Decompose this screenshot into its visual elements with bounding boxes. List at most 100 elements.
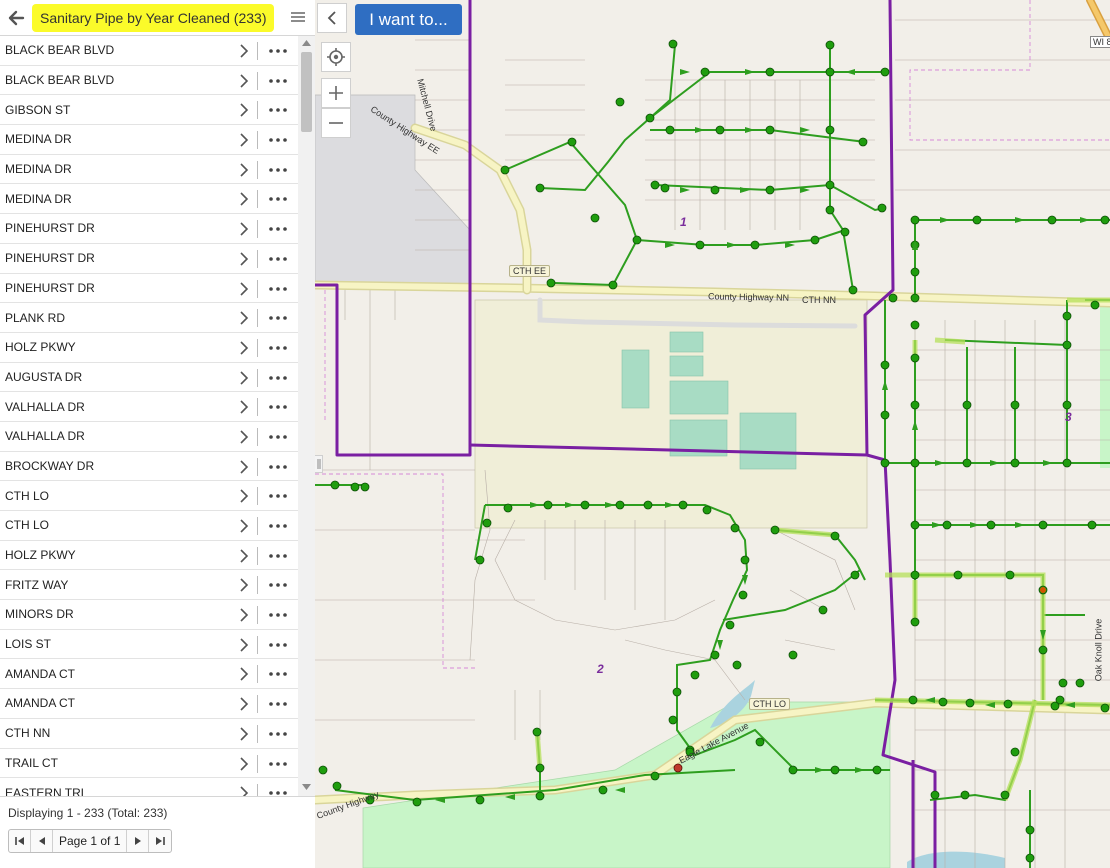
list-item[interactable]: MEDINA DR: [0, 155, 298, 185]
back-button[interactable]: [2, 4, 30, 32]
list-item[interactable]: HOLZ PKWY: [0, 333, 298, 363]
panel-menu-button[interactable]: [286, 6, 310, 30]
more-options-icon[interactable]: [266, 339, 290, 357]
chevron-right-icon[interactable]: [237, 488, 251, 504]
chevron-right-icon[interactable]: [237, 132, 251, 148]
list-item[interactable]: PINEHURST DR: [0, 274, 298, 304]
i-want-to-button[interactable]: I want to...: [355, 4, 462, 35]
chevron-right-icon[interactable]: [237, 102, 251, 118]
row-divider: [257, 457, 258, 476]
list-item[interactable]: PINEHURST DR: [0, 214, 298, 244]
more-options-icon[interactable]: [266, 458, 290, 476]
more-options-icon[interactable]: [266, 101, 290, 119]
list-item[interactable]: MEDINA DR: [0, 184, 298, 215]
chevron-right-icon[interactable]: [237, 607, 251, 623]
list-item[interactable]: CTH NN: [0, 719, 298, 749]
list-item[interactable]: LOIS ST: [0, 630, 298, 660]
hamburger-menu-icon: [291, 12, 305, 22]
list-item[interactable]: FRITZ WAY: [0, 570, 298, 601]
more-options-icon[interactable]: [266, 636, 290, 654]
map-view[interactable]: 1 2 3 County Highway NN CTH NN CTH EE Co…: [315, 0, 1110, 868]
more-options-icon[interactable]: [266, 190, 290, 208]
chevron-right-icon[interactable]: [237, 518, 251, 534]
list-scrollbar[interactable]: [298, 36, 315, 796]
chevron-right-icon[interactable]: [237, 785, 251, 796]
chevron-right-icon[interactable]: [237, 191, 251, 207]
list-item-label: MINORS DR: [5, 607, 74, 622]
more-options-icon[interactable]: [266, 428, 290, 446]
chevron-right-icon[interactable]: [237, 281, 251, 297]
list-item[interactable]: BROCKWAY DR: [0, 452, 298, 482]
chevron-right-icon[interactable]: [237, 73, 251, 89]
next-page-button[interactable]: [127, 830, 150, 852]
more-options-icon[interactable]: [266, 547, 290, 565]
list-item[interactable]: PLANK RD: [0, 303, 298, 333]
more-options-icon[interactable]: [266, 695, 290, 713]
list-item[interactable]: VALHALLA DR: [0, 422, 298, 452]
locate-me-button[interactable]: [321, 42, 351, 72]
chevron-right-icon[interactable]: [237, 696, 251, 712]
scroll-up-icon[interactable]: [302, 40, 311, 46]
scroll-down-icon[interactable]: [302, 784, 311, 790]
more-options-icon[interactable]: [266, 517, 290, 535]
more-options-icon[interactable]: [266, 72, 290, 90]
chevron-right-icon[interactable]: [237, 370, 251, 386]
zoom-out-button[interactable]: [321, 108, 351, 138]
more-options-icon[interactable]: [266, 161, 290, 179]
chevron-right-icon[interactable]: [237, 399, 251, 415]
chevron-right-icon[interactable]: [237, 251, 251, 267]
list-item[interactable]: CTH LO: [0, 511, 298, 541]
chevron-right-icon[interactable]: [237, 756, 251, 772]
list-item[interactable]: TRAIL CT: [0, 749, 298, 779]
more-options-icon[interactable]: [266, 280, 290, 298]
more-options-icon[interactable]: [266, 725, 290, 743]
more-options-icon[interactable]: [266, 131, 290, 149]
list-item[interactable]: AMANDA CT: [0, 689, 298, 719]
more-options-icon[interactable]: [266, 576, 290, 594]
more-options-icon[interactable]: [266, 487, 290, 505]
chevron-right-icon[interactable]: [237, 459, 251, 475]
list-item[interactable]: HOLZ PKWY: [0, 541, 298, 571]
scroll-thumb[interactable]: [301, 52, 312, 132]
more-options-icon[interactable]: [266, 606, 290, 624]
chevron-right-icon[interactable]: [237, 43, 251, 59]
more-options-icon[interactable]: [266, 250, 290, 268]
chevron-right-icon[interactable]: [237, 340, 251, 356]
panel-resize-handle[interactable]: [315, 455, 323, 473]
first-page-button[interactable]: [9, 830, 31, 852]
list-item[interactable]: MINORS DR: [0, 600, 298, 630]
chevron-right-icon[interactable]: [237, 577, 251, 593]
more-options-icon[interactable]: [266, 398, 290, 416]
last-page-button[interactable]: [149, 830, 171, 852]
list-item[interactable]: BLACK BEAR BLVD: [0, 66, 298, 96]
list-item[interactable]: GIBSON ST: [0, 95, 298, 126]
list-item[interactable]: EASTERN TRL: [0, 778, 298, 796]
list-item[interactable]: BLACK BEAR BLVD: [0, 36, 298, 66]
more-options-icon[interactable]: [266, 784, 290, 796]
chevron-right-icon[interactable]: [237, 221, 251, 237]
prev-page-button[interactable]: [31, 830, 53, 852]
chevron-right-icon[interactable]: [237, 666, 251, 682]
chevron-left-icon: [327, 11, 336, 25]
more-options-icon[interactable]: [266, 42, 290, 60]
more-options-icon[interactable]: [266, 309, 290, 327]
list-item[interactable]: PINEHURST DR: [0, 244, 298, 274]
more-options-icon[interactable]: [266, 220, 290, 238]
chevron-right-icon[interactable]: [237, 726, 251, 742]
chevron-right-icon[interactable]: [237, 429, 251, 445]
more-options-icon[interactable]: [266, 369, 290, 387]
list-item[interactable]: VALHALLA DR: [0, 392, 298, 422]
more-options-icon[interactable]: [266, 755, 290, 773]
chevron-right-icon[interactable]: [237, 548, 251, 564]
more-options-icon[interactable]: [266, 665, 290, 683]
list-item[interactable]: CTH LO: [0, 481, 298, 511]
zoom-in-button[interactable]: [321, 78, 351, 108]
list-item-label: HOLZ PKWY: [5, 340, 76, 355]
list-item[interactable]: MEDINA DR: [0, 125, 298, 155]
chevron-right-icon[interactable]: [237, 637, 251, 653]
chevron-right-icon[interactable]: [237, 310, 251, 326]
list-item[interactable]: AUGUSTA DR: [0, 363, 298, 393]
collapse-panel-button[interactable]: [317, 3, 347, 33]
list-item[interactable]: AMANDA CT: [0, 659, 298, 690]
chevron-right-icon[interactable]: [237, 162, 251, 178]
